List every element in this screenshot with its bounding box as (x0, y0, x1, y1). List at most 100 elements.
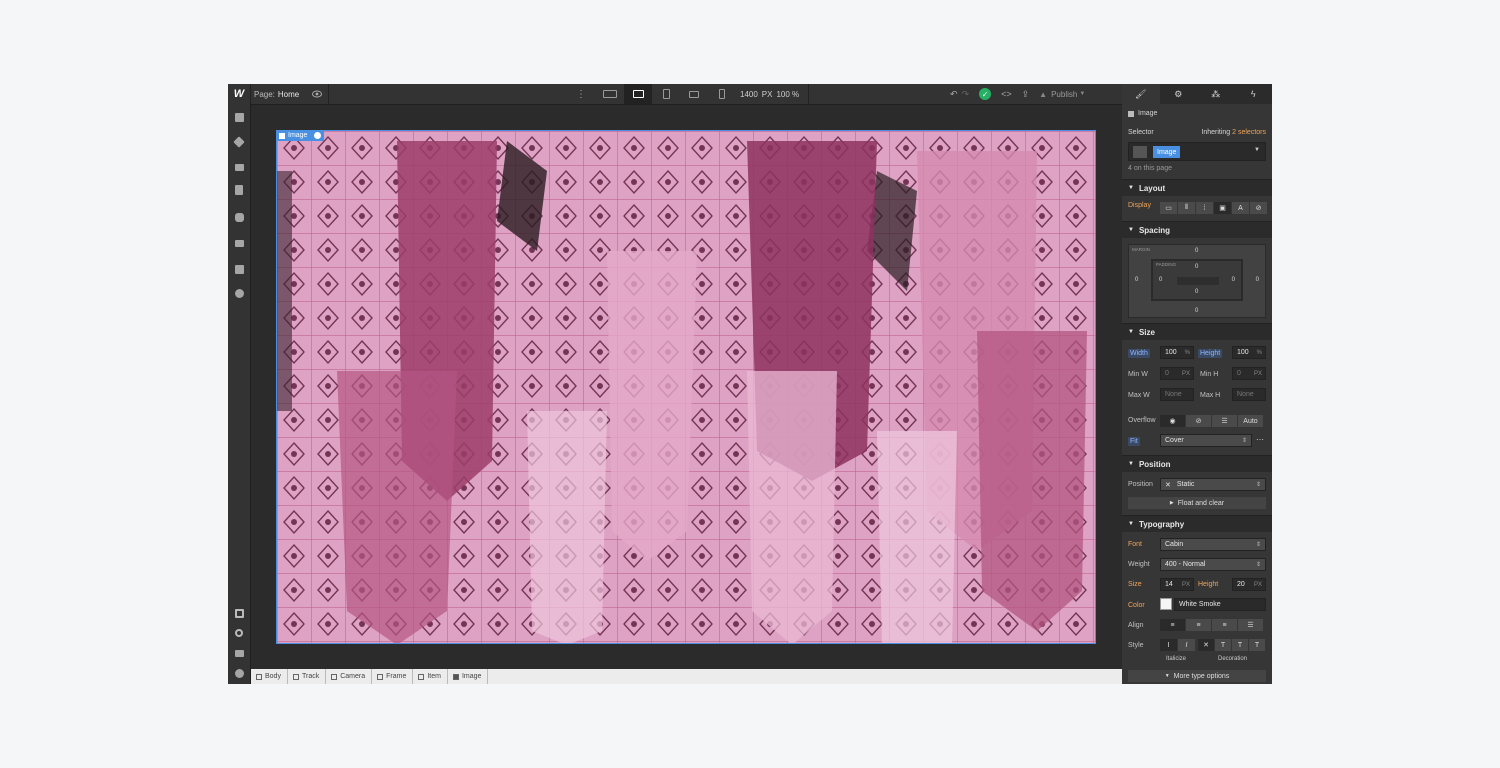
breadcrumb-item-body[interactable]: Body (251, 669, 288, 684)
fit-select[interactable]: Cover ⇕ (1160, 434, 1252, 447)
align-left-icon[interactable]: ≡ (1160, 619, 1185, 631)
display-block-icon[interactable]: ▭ (1160, 202, 1177, 214)
help-icon[interactable] (232, 666, 246, 680)
line-height-unit[interactable]: PX (1254, 582, 1262, 588)
position-select[interactable]: ✕ Static ⇕ (1160, 478, 1266, 491)
margin-left[interactable]: 0 (1135, 277, 1138, 283)
pages-icon[interactable] (232, 183, 246, 197)
design-canvas[interactable]: Image (251, 105, 1122, 669)
symbols-cube-icon[interactable] (232, 135, 246, 149)
audit-square-icon[interactable] (232, 606, 246, 620)
display-inline-block-icon[interactable]: ▣ (1214, 202, 1231, 214)
style-brush-icon[interactable]: 🖌 (1122, 84, 1160, 104)
padding-right[interactable]: 0 (1232, 277, 1235, 283)
breadcrumb-item-item[interactable]: Item (413, 669, 448, 684)
line-height-input[interactable]: 20 PX (1232, 578, 1266, 591)
page-selector[interactable]: Page: Home (254, 84, 299, 104)
overflow-hidden-icon[interactable]: ⊘ (1186, 415, 1211, 427)
position-section-header[interactable]: ▼ Position (1122, 455, 1272, 472)
element-settings-gear-icon[interactable] (314, 132, 322, 139)
display-inline-icon[interactable]: A (1232, 202, 1249, 214)
chevron-down-icon[interactable]: ▼ (1254, 147, 1260, 153)
width-unit[interactable]: % (1185, 350, 1190, 356)
overflow-scroll-icon[interactable]: ☰ (1212, 415, 1237, 427)
padding-top[interactable]: 0 (1195, 264, 1198, 270)
breakpoint-phone-icon[interactable] (708, 84, 736, 104)
spacing-section-header[interactable]: ▼ Spacing (1122, 221, 1272, 238)
search-icon[interactable] (232, 626, 246, 640)
min-height-input[interactable]: 0 PX (1232, 367, 1266, 380)
min-width-input[interactable]: 0 PX (1160, 367, 1194, 380)
italic-off-icon[interactable]: I (1160, 639, 1177, 651)
margin-bottom[interactable]: 0 (1195, 308, 1198, 314)
height-unit[interactable]: % (1257, 350, 1262, 356)
overflow-visible-eye-icon[interactable]: ◉ (1160, 415, 1185, 427)
breadcrumb-item-frame[interactable]: Frame (372, 669, 414, 684)
ecommerce-cart-icon[interactable] (232, 236, 246, 250)
align-justify-icon[interactable]: ☰ (1238, 619, 1263, 631)
assets-icon[interactable] (232, 262, 246, 276)
publish-button[interactable]: Publish (1051, 90, 1077, 99)
align-center-icon[interactable]: ≡ (1186, 619, 1211, 631)
style-manager-icon[interactable]: ⁂ (1197, 84, 1235, 104)
layout-section-header[interactable]: ▼ Layout (1122, 179, 1272, 196)
breakpoint-large-icon[interactable] (596, 84, 624, 104)
padding-left[interactable]: 0 (1159, 277, 1162, 283)
inheriting-selectors-link[interactable]: 2 selectors (1232, 129, 1266, 136)
selector-chip[interactable]: Image (1153, 146, 1181, 158)
typography-section-header[interactable]: ▼ Typography (1122, 515, 1272, 532)
display-grid-icon[interactable]: ⁞ (1196, 202, 1213, 214)
align-right-icon[interactable]: ≡ (1212, 619, 1237, 631)
color-swatch[interactable] (1160, 598, 1172, 610)
size-section-header[interactable]: ▼ Size (1122, 323, 1272, 340)
font-select[interactable]: Cabin ⇕ (1160, 538, 1266, 551)
cms-database-icon[interactable] (232, 210, 246, 224)
padding-bottom[interactable]: 0 (1195, 289, 1198, 295)
margin-right[interactable]: 0 (1256, 277, 1259, 283)
min-height-unit[interactable]: PX (1254, 371, 1262, 377)
overline-icon[interactable]: T (1249, 639, 1265, 651)
more-type-options-button[interactable]: ▼ More type options (1128, 670, 1266, 682)
more-options-icon[interactable]: ⋯ (1256, 435, 1264, 444)
height-input[interactable]: 100% (1232, 346, 1266, 359)
breadcrumb-item-track[interactable]: Track (288, 669, 327, 684)
more-vertical-icon[interactable]: ⋮ (576, 84, 586, 104)
width-input[interactable]: 100% (1160, 346, 1194, 359)
display-flex-icon[interactable]: ⫴ (1178, 202, 1195, 214)
font-size-input[interactable]: 14 PX (1160, 578, 1194, 591)
margin-top[interactable]: 0 (1195, 248, 1198, 254)
export-icon[interactable]: ⇪ (1022, 89, 1030, 100)
breakpoint-tablet-icon[interactable] (652, 84, 680, 104)
redo-icon[interactable]: ↷ (962, 89, 970, 100)
selected-element-tag[interactable]: Image (276, 130, 325, 141)
undo-icon[interactable]: ↶ (950, 89, 958, 100)
code-icon[interactable]: <> (1001, 89, 1012, 99)
image-element[interactable] (276, 130, 1096, 644)
color-input[interactable]: White Smoke (1174, 598, 1266, 611)
settings-gear-icon[interactable] (232, 286, 246, 300)
selector-field[interactable]: Image ▼ (1128, 142, 1266, 161)
video-tutorials-icon[interactable] (232, 646, 246, 660)
breakpoint-desktop-icon[interactable] (624, 84, 652, 104)
min-width-unit[interactable]: PX (1182, 371, 1190, 377)
breadcrumb-item-camera[interactable]: Camera (326, 669, 373, 684)
selector-state-icon[interactable] (1133, 146, 1147, 158)
element-settings-gear-icon[interactable]: ⚙ (1160, 84, 1198, 104)
breakpoint-landscape-icon[interactable] (680, 84, 708, 104)
max-height-input[interactable]: None (1232, 388, 1266, 401)
font-size-unit[interactable]: PX (1182, 582, 1190, 588)
max-width-input[interactable]: None (1160, 388, 1194, 401)
italic-on-icon[interactable]: I (1178, 639, 1195, 651)
preview-eye-icon[interactable] (312, 84, 322, 104)
strikethrough-icon[interactable]: T (1215, 639, 1231, 651)
publish-status-check-icon[interactable]: ✓ (979, 88, 992, 100)
breadcrumb-item-image[interactable]: Image (448, 669, 489, 684)
add-panel-icon[interactable] (232, 110, 246, 124)
underline-icon[interactable]: T (1232, 639, 1248, 651)
interactions-bolt-icon[interactable]: ϟ (1235, 84, 1273, 104)
float-and-clear-button[interactable]: ▶ Float and clear (1128, 497, 1266, 509)
overflow-auto-button[interactable]: Auto (1238, 415, 1263, 427)
weight-select[interactable]: 400 - Normal ⇕ (1160, 558, 1266, 571)
navigator-icon[interactable] (232, 160, 246, 174)
display-none-icon[interactable]: ⊘ (1250, 202, 1267, 214)
